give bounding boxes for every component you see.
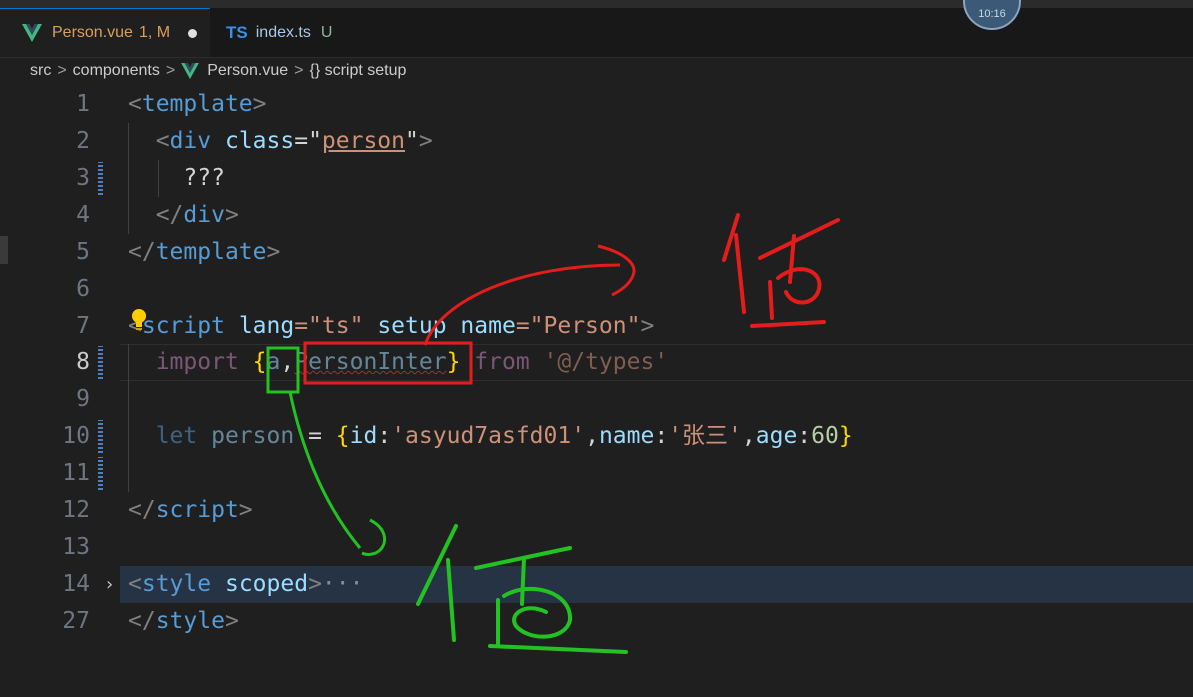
line-number: 7 [76, 313, 90, 339]
line-code[interactable]: <style scoped>··· [128, 566, 363, 603]
code-line: 12 </script> [0, 492, 1193, 529]
line-code[interactable]: <div class="person"> [128, 123, 433, 160]
modified-line-marker [98, 162, 103, 195]
breadcrumb-separator: > [57, 62, 67, 79]
line-number: 3 [76, 165, 90, 191]
breadcrumb: src > components > Person.vue > {} scrip… [30, 58, 406, 84]
line-code[interactable]: import {a,PersonInter} from '@/types' [128, 344, 668, 381]
folded-ellipsis: ··· [321, 571, 364, 597]
code-line: 10 let person = {id:'asyud7asfd01',name:… [0, 418, 1193, 455]
vue-file-icon [22, 24, 42, 42]
line-number: 10 [62, 423, 90, 449]
modified-line-marker [98, 346, 103, 379]
line-number: 11 [62, 460, 90, 486]
code-line: 8 import {a,PersonInter} from '@/types' [0, 344, 1193, 381]
avatar[interactable]: 10:16 [963, 0, 1021, 30]
tab-label: index.ts [255, 23, 311, 41]
line-number: 9 [76, 386, 90, 412]
breadcrumb-separator: > [294, 62, 304, 79]
code-line: 14 › <style scoped>··· [0, 566, 1193, 603]
line-code[interactable]: </template> [128, 234, 280, 271]
code-line: 2 <div class="person"> [0, 123, 1193, 160]
line-number: 1 [76, 91, 90, 117]
line-number: 2 [76, 128, 90, 154]
line-number: 14 [62, 571, 90, 597]
unsaved-dot-icon[interactable] [188, 28, 198, 38]
editor-tab-bar: Person.vue 1, M TS index.ts U 10:16 [0, 0, 1193, 58]
lightbulb-icon[interactable] [130, 308, 148, 332]
breadcrumb-separator: > [165, 62, 176, 79]
line-number: 8 [76, 349, 90, 375]
line-code[interactable]: ??? [128, 160, 225, 197]
tab-index-ts[interactable]: TS index.ts U [210, 8, 375, 57]
breadcrumb-item-file[interactable]: Person.vue [207, 62, 288, 80]
code-line: 13 [0, 529, 1193, 566]
line-number: 5 [76, 239, 90, 265]
code-line: 6 [0, 271, 1193, 308]
tab-person-vue[interactable]: Person.vue 1, M [0, 8, 210, 57]
modified-line-marker [98, 420, 103, 453]
code-line: 4 </div> [0, 197, 1193, 234]
line-code[interactable]: </style> [128, 603, 239, 640]
line-number: 27 [62, 608, 90, 634]
line-code[interactable]: </div> [128, 197, 239, 234]
line-number: 12 [62, 497, 90, 523]
code-line: 7 <script lang="ts" setup name="Person"> [0, 308, 1193, 345]
code-line: 1 <template> [0, 86, 1193, 123]
line-code[interactable]: let person = {id:'asyud7asfd01',name:'张三… [128, 418, 853, 455]
code-line: 11 [0, 455, 1193, 492]
line-number: 13 [62, 534, 90, 560]
code-line: 3 ??? [0, 160, 1193, 197]
line-code[interactable]: <template> [128, 86, 267, 123]
line-number: 6 [76, 276, 90, 302]
line-number: 4 [76, 202, 90, 228]
code-line: 9 [0, 381, 1193, 418]
modified-line-marker [98, 457, 103, 490]
breadcrumb-item-src[interactable]: src [30, 62, 51, 80]
tab-status: 1, M [138, 24, 171, 41]
breadcrumb-item-symbol[interactable]: {} script setup [309, 62, 406, 80]
code-line: 5 </template> [0, 234, 1193, 271]
tab-label: Person.vue [52, 24, 133, 41]
vue-file-icon [181, 63, 200, 79]
tab-status: U [320, 23, 333, 41]
code-line: 27 </style> [0, 603, 1193, 640]
fold-chevron-right-icon[interactable]: › [104, 566, 115, 603]
line-code[interactable]: </script> [128, 492, 253, 529]
code-editor[interactable]: 1 <template> 2 <div class="person"> 3 ??… [0, 86, 1193, 697]
line-code[interactable]: <script lang="ts" setup name="Person"> [128, 308, 654, 345]
typescript-file-icon: TS [226, 22, 248, 42]
breadcrumb-item-components[interactable]: components [73, 62, 160, 80]
